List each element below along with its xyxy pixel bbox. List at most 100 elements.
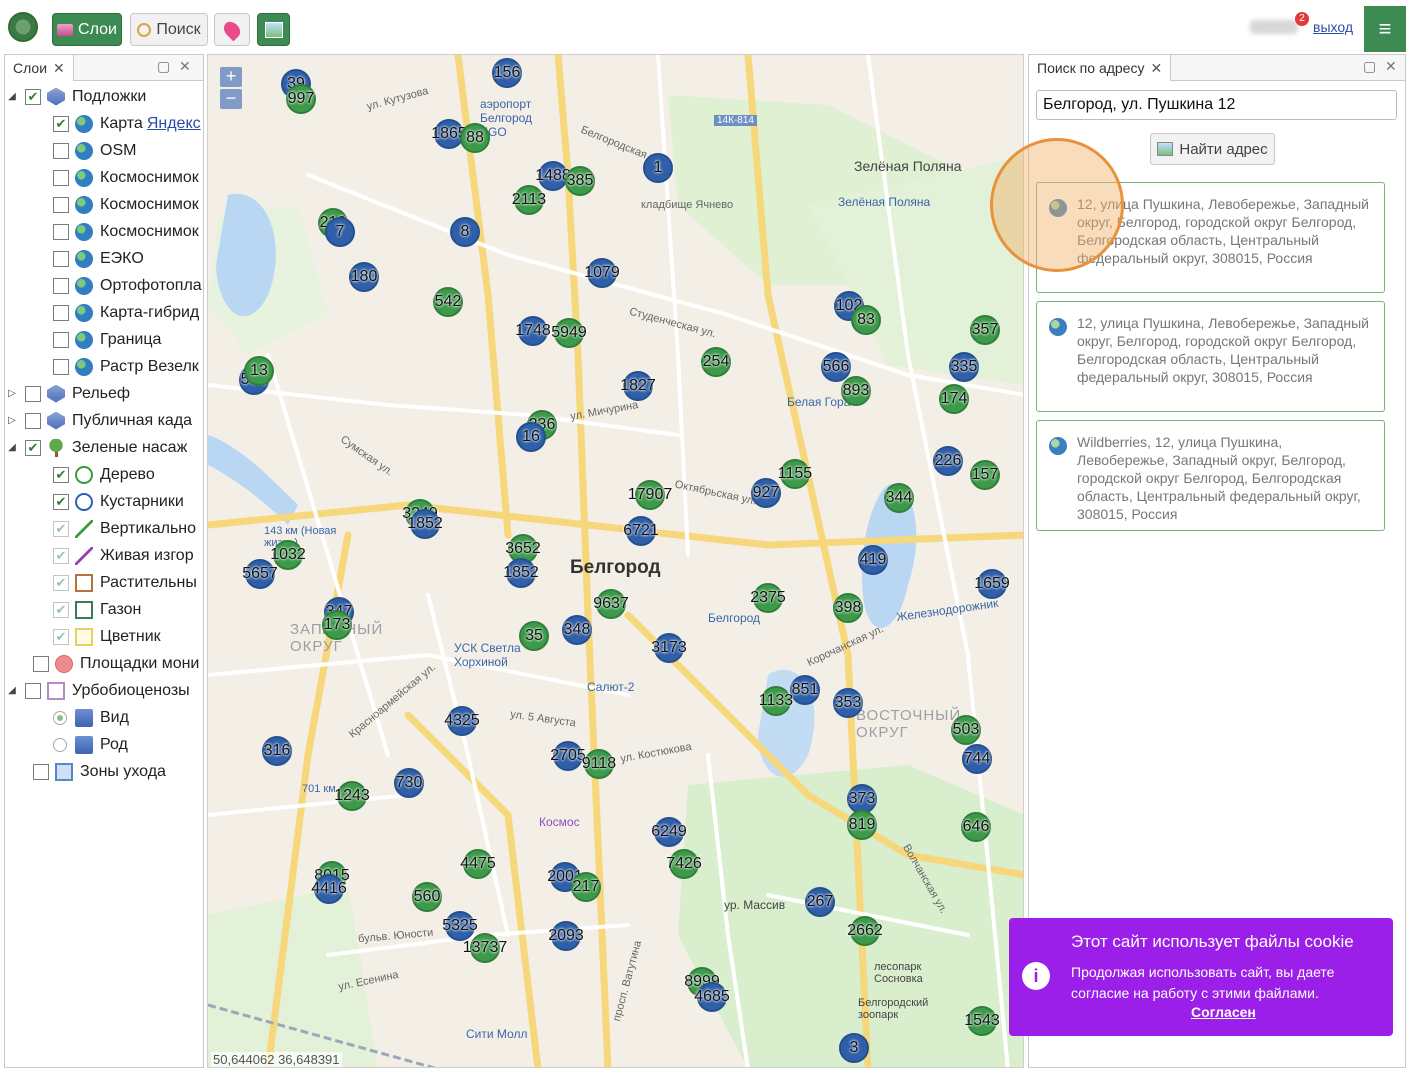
zoom-in-button[interactable]: + [220,67,242,87]
checkbox[interactable] [53,142,69,159]
map-cluster-marker[interactable]: 156 [492,58,522,88]
location-pin-button[interactable] [214,13,250,46]
map-cluster-marker[interactable]: 2113 [512,185,546,215]
map-cluster-marker[interactable]: 1133 [759,686,793,716]
map-cluster-marker[interactable]: 6721 [623,516,659,546]
maximize-icon[interactable]: ▢ [157,58,170,75]
map-cluster-marker[interactable]: 2375 [750,583,786,613]
checkbox[interactable]: ✔ [53,628,69,645]
maximize-icon[interactable]: ▢ [1363,58,1376,75]
map-cluster-marker[interactable]: 267 [805,887,835,917]
close-icon[interactable]: ✕ [53,60,65,76]
map-cluster-marker[interactable]: 3173 [651,633,687,663]
map-cluster-marker[interactable]: 83 [851,305,881,335]
zoom-out-button[interactable]: − [220,89,242,109]
map-cluster-marker[interactable]: 1488 [535,161,571,191]
checkbox[interactable] [53,223,69,240]
notification-badge[interactable]: 2 [1295,12,1309,26]
map-cluster-marker[interactable]: 744 [962,744,992,774]
map-cluster-marker[interactable]: 566 [821,352,851,382]
checkbox[interactable]: ✔ [25,439,41,456]
map-cluster-marker[interactable]: 730 [394,768,424,798]
map-cluster-marker[interactable]: 1852 [503,558,539,588]
map-cluster-marker[interactable]: 88 [460,123,490,153]
checkbox[interactable] [53,250,69,267]
address-search-tab[interactable]: Поиск по адресу ✕ [1029,55,1172,81]
layers-tab[interactable]: Слои ✕ [5,55,74,81]
image-tool-button[interactable] [257,13,290,46]
map-view[interactable]: Белгород Зелёная Поляна Зелёная Поляна а… [207,54,1024,1068]
map-cluster-marker[interactable]: 927 [751,478,781,508]
map-cluster-marker[interactable]: 1155 [778,459,812,489]
map-cluster-marker[interactable]: 174 [939,384,969,414]
yandex-link[interactable]: Яндекс [147,115,201,133]
cookie-agree-link[interactable]: Согласен [1191,1004,1256,1020]
expand-arrow-icon[interactable]: ◢ [5,685,19,696]
expand-arrow-icon[interactable]: ◢ [5,91,19,102]
checkbox[interactable]: ✔ [53,115,69,132]
map-cluster-marker[interactable]: 4685 [694,982,730,1012]
map-cluster-marker[interactable]: 217 [571,872,601,902]
map-cluster-marker[interactable]: 8 [450,217,480,247]
checkbox[interactable] [53,169,69,186]
search-button[interactable]: Поиск [130,13,208,46]
map-cluster-marker[interactable]: 5657 [242,559,278,589]
checkbox[interactable] [33,763,49,780]
checkbox[interactable] [53,331,69,348]
radio-button[interactable] [53,710,67,725]
close-panel-icon[interactable]: ✕ [1385,58,1397,75]
map-cluster-marker[interactable]: 1827 [620,371,656,401]
address-input[interactable] [1036,90,1397,120]
map-cluster-marker[interactable]: 13 [244,356,274,386]
checkbox[interactable]: ✔ [25,88,41,105]
map-cluster-marker[interactable]: 4416 [311,874,347,904]
search-result-3[interactable]: Wildberries, 12, улица Пушкина, Левобере… [1036,420,1385,531]
map-cluster-marker[interactable]: 2705 [550,741,586,771]
map-cluster-marker[interactable]: 357 [970,315,1000,345]
map-cluster-marker[interactable]: 1079 [584,258,620,288]
map-cluster-marker[interactable]: 5325 [442,911,478,941]
checkbox[interactable] [53,304,69,321]
checkbox[interactable]: ✔ [53,493,69,510]
map-cluster-marker[interactable]: 226 [933,446,963,476]
map-cluster-marker[interactable]: 9118 [582,749,616,779]
collapse-arrow-icon[interactable]: ▷ [5,388,19,399]
checkbox[interactable] [25,412,41,429]
search-result-2[interactable]: 12, улица Пушкина, Левобережье, Западный… [1036,301,1385,412]
checkbox[interactable] [33,655,49,672]
map-cluster-marker[interactable]: 335 [949,352,979,382]
map-cluster-marker[interactable]: 646 [961,812,991,842]
map-cluster-marker[interactable]: 348 [562,615,592,645]
map-cluster-marker[interactable]: 385 [565,166,595,196]
checkbox[interactable] [25,385,41,402]
map-cluster-marker[interactable]: 819 [847,810,877,840]
search-result-1[interactable]: 12, улица Пушкина, Левобережье, Западный… [1036,182,1385,293]
map-cluster-marker[interactable]: 254 [701,347,731,377]
checkbox[interactable] [53,358,69,375]
checkbox[interactable]: ✔ [53,547,69,564]
map-cluster-marker[interactable]: 893 [841,376,871,406]
map-cluster-marker[interactable]: 5949 [551,318,587,348]
checkbox[interactable]: ✔ [53,574,69,591]
close-icon[interactable]: ✕ [1150,60,1162,76]
map-cluster-marker[interactable]: 851 [790,675,820,705]
map-cluster-marker[interactable]: 9637 [593,589,629,619]
layers-button[interactable]: Слои [52,13,122,46]
map-cluster-marker[interactable]: 398 [833,593,863,623]
collapse-arrow-icon[interactable]: ▷ [5,415,19,426]
map-cluster-marker[interactable]: 4325 [444,706,480,736]
map-cluster-marker[interactable]: 344 [884,483,914,513]
checkbox[interactable]: ✔ [53,520,69,537]
map-cluster-marker[interactable]: 35 [519,621,549,651]
find-address-button[interactable]: Найти адрес [1150,133,1275,165]
map-cluster-marker[interactable]: 7 [325,217,355,247]
map-cluster-marker[interactable]: 13737 [463,933,507,963]
menu-button[interactable]: ≡ [1364,6,1406,52]
map-cluster-marker[interactable]: 180 [349,262,379,292]
map-cluster-marker[interactable]: 1748 [515,316,551,346]
map-cluster-marker[interactable]: 503 [951,715,981,745]
map-cluster-marker[interactable]: 1852 [407,509,443,539]
map-cluster-marker[interactable]: 542 [433,287,463,317]
checkbox[interactable] [53,277,69,294]
checkbox[interactable] [25,682,41,699]
